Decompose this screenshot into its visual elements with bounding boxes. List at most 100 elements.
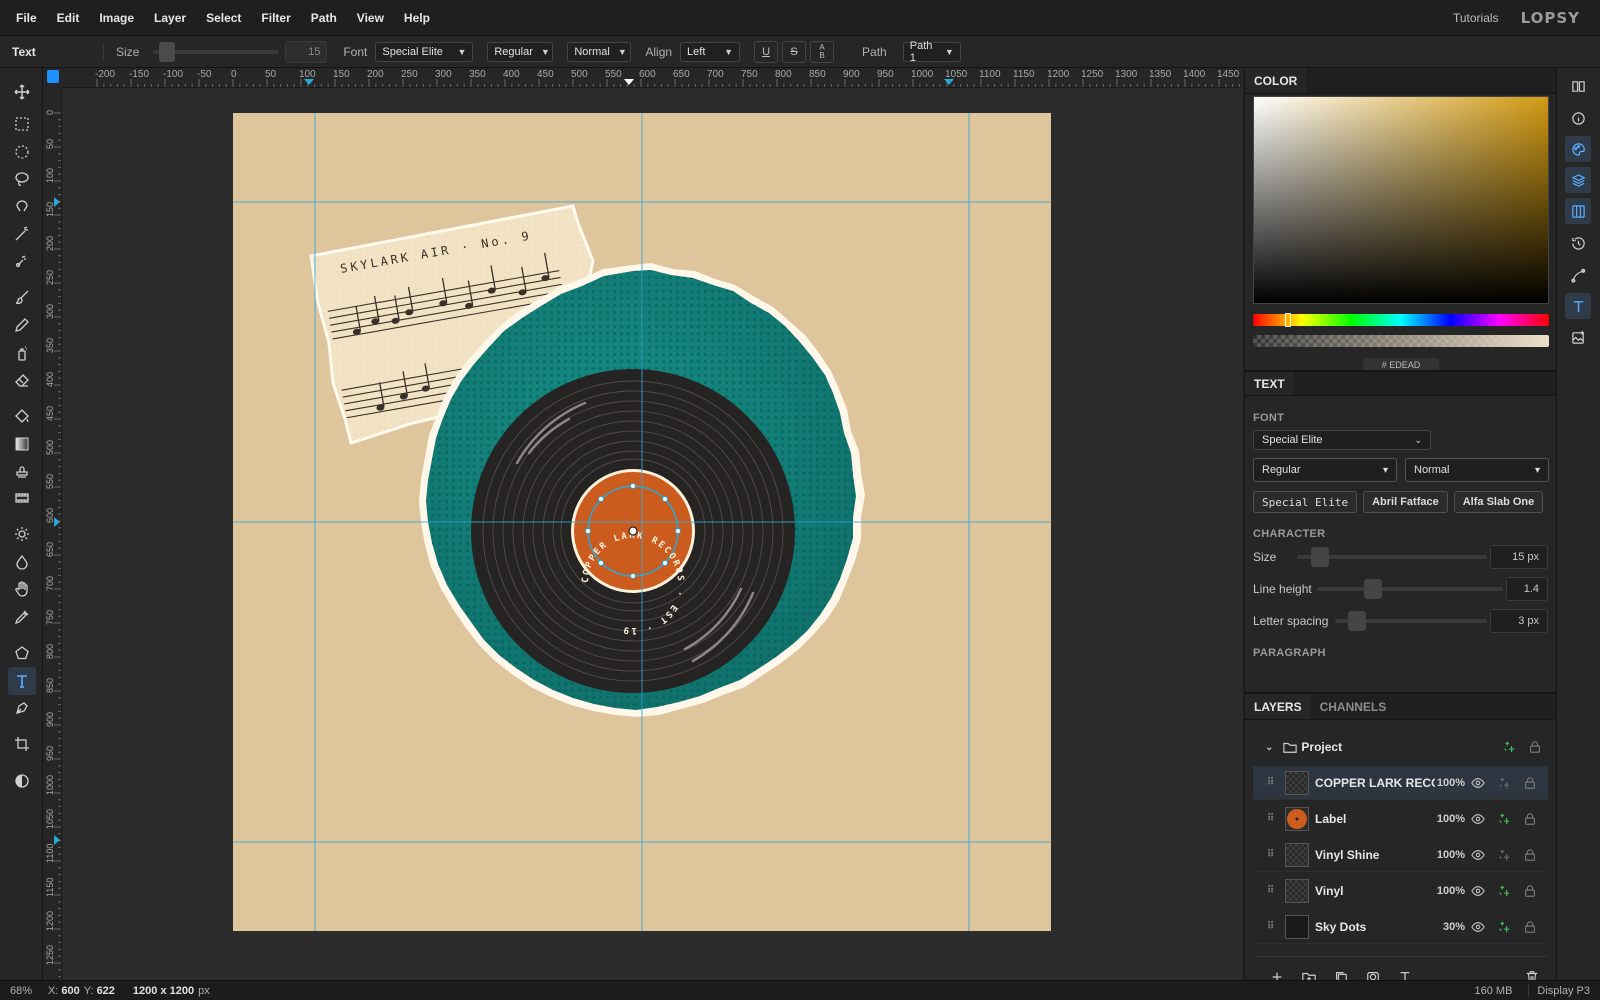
guide-marker[interactable] <box>944 79 954 85</box>
menu-filter[interactable]: Filter <box>251 11 300 25</box>
drag-handle-icon[interactable]: ⠿ <box>1267 921 1277 932</box>
letter-spacing-slider-thumb[interactable] <box>1348 611 1366 631</box>
tab-channels[interactable]: CHANNELS <box>1311 694 1396 719</box>
layer-visibility-toggle[interactable] <box>1465 848 1491 862</box>
lasso-tool[interactable] <box>8 165 36 193</box>
letter-spacing-slider[interactable] <box>1335 611 1487 631</box>
brush-tool[interactable] <box>8 283 36 311</box>
artwork[interactable]: SKYLARK AIR · No. 9 COPPER LARK RECORDS … <box>233 113 1051 931</box>
tab-layers[interactable]: LAYERS <box>1245 694 1311 719</box>
text-tool[interactable] <box>8 667 36 695</box>
bucket-tool[interactable] <box>8 402 36 430</box>
align-select[interactable]: Left ▼ <box>680 41 741 62</box>
menu-edit[interactable]: Edit <box>47 11 90 25</box>
hue-slider-thumb[interactable] <box>1285 313 1291 327</box>
drag-handle-icon[interactable]: ⠿ <box>1267 813 1277 824</box>
size-slider-thumb[interactable] <box>159 41 176 62</box>
pencil-tool[interactable] <box>8 311 36 339</box>
preset-abril-fatface[interactable]: Abril Fatface <box>1363 491 1448 513</box>
layer-fx-button[interactable] <box>1491 812 1517 826</box>
guide-marker[interactable] <box>54 517 60 527</box>
layer-lock-button[interactable] <box>1517 812 1543 826</box>
layer-visibility-toggle[interactable] <box>1465 920 1491 934</box>
shape-tool[interactable] <box>8 639 36 667</box>
layer-fx-button[interactable] <box>1491 920 1517 934</box>
canvas-area[interactable]: SKYLARK AIR · No. 9 COPPER LARK RECORDS … <box>62 88 1242 980</box>
strip-layers-button[interactable] <box>1565 167 1591 193</box>
layer-opacity[interactable]: 100% <box>1435 849 1465 861</box>
strikethrough-button[interactable]: S <box>782 40 807 63</box>
ruler-origin-marker[interactable] <box>47 70 59 83</box>
layer-row[interactable]: ⠿ Label 100% <box>1253 802 1548 836</box>
menu-help[interactable]: Help <box>394 11 440 25</box>
hand-tool[interactable] <box>8 575 36 603</box>
zoom-level[interactable]: 68% <box>10 985 36 997</box>
text-size-slider-thumb[interactable] <box>1311 547 1329 567</box>
blur-tool[interactable] <box>8 548 36 576</box>
guide-marker[interactable] <box>304 79 314 85</box>
layer-name[interactable]: Vinyl <box>1315 884 1435 898</box>
path-select[interactable]: Path 1 ▼ <box>902 40 961 64</box>
alpha-slider[interactable] <box>1253 335 1549 347</box>
strip-color-button[interactable] <box>1565 136 1591 162</box>
layer-row[interactable]: ⠿ COPPER LARK RECO 100% <box>1253 766 1548 800</box>
strip-text-button[interactable] <box>1565 293 1591 319</box>
quick-select-tool[interactable] <box>8 247 36 275</box>
layer-group-row[interactable]: ⌄ Project <box>1253 730 1548 764</box>
color-profile[interactable]: Display P3 <box>1528 984 1590 997</box>
strip-book-button[interactable] <box>1565 73 1591 99</box>
menu-path[interactable]: Path <box>301 11 347 25</box>
menu-layer[interactable]: Layer <box>144 11 196 25</box>
menu-file[interactable]: File <box>6 11 47 25</box>
layer-row[interactable]: ⠿ Vinyl Shine 100% <box>1253 838 1548 872</box>
strip-history-button[interactable] <box>1565 230 1591 256</box>
layer-lock-button[interactable] <box>1517 848 1543 862</box>
layer-row[interactable]: ⠿ Vinyl 100% <box>1253 874 1548 908</box>
layer-opacity[interactable]: 30% <box>1435 921 1465 933</box>
panel-weight-select[interactable]: Regular ▾ <box>1253 458 1397 482</box>
line-height-slider-thumb[interactable] <box>1364 579 1382 599</box>
tutorials-link[interactable]: Tutorials <box>1453 11 1499 25</box>
strip-channels-button[interactable] <box>1565 198 1591 224</box>
layer-lock-button[interactable] <box>1517 920 1543 934</box>
crop-tool[interactable] <box>8 730 36 758</box>
tab-color[interactable]: COLOR <box>1245 68 1307 93</box>
strip-paths-button[interactable] <box>1565 262 1591 288</box>
guide-marker[interactable] <box>54 835 60 845</box>
strip-info-button[interactable] <box>1565 105 1591 131</box>
underline-button[interactable]: U <box>754 40 779 63</box>
layer-lock-button[interactable] <box>1522 740 1548 754</box>
artboard[interactable]: SKYLARK AIR · No. 9 COPPER LARK RECORDS … <box>233 113 1051 931</box>
gradient-tool[interactable] <box>8 430 36 458</box>
layer-lock-button[interactable] <box>1517 884 1543 898</box>
pen-tool[interactable] <box>8 694 36 722</box>
drag-handle-icon[interactable]: ⠿ <box>1267 849 1277 860</box>
panel-style-select[interactable]: Normal ▾ <box>1405 458 1549 482</box>
ruler-left[interactable]: 0 50 100 150 200 250 300 350 400 450 500 550 600 650 7… <box>44 88 62 980</box>
spray-tool[interactable] <box>8 339 36 367</box>
layer-visibility-toggle[interactable] <box>1465 776 1491 790</box>
move-tool[interactable] <box>8 78 36 106</box>
layer-fx-button[interactable] <box>1496 740 1522 754</box>
chevron-down-icon[interactable]: ⌄ <box>1265 742 1273 753</box>
line-height-slider[interactable] <box>1317 579 1503 599</box>
guide-marker[interactable] <box>54 197 60 207</box>
label-center-handle[interactable] <box>628 526 638 536</box>
magic-wand-tool[interactable] <box>8 220 36 248</box>
layer-opacity[interactable]: 100% <box>1435 813 1465 825</box>
hue-slider[interactable] <box>1253 313 1549 327</box>
layer-row[interactable]: ⠿ Sky Dots 30% <box>1253 910 1548 944</box>
size-input[interactable]: 15 <box>285 40 328 63</box>
text-size-slider[interactable] <box>1297 547 1487 567</box>
layer-visibility-toggle[interactable] <box>1465 812 1491 826</box>
strip-image-button[interactable] <box>1565 324 1591 350</box>
magnetic-lasso-tool[interactable] <box>8 192 36 220</box>
ruler-top[interactable]: -200 -150 -100 -50 0 50 100 150 200 250 300 350 400 4… <box>62 68 1242 88</box>
text-size-input[interactable]: 15 px <box>1490 545 1548 569</box>
layer-opacity[interactable]: 100% <box>1435 777 1465 789</box>
contrast-toggle[interactable] <box>8 767 36 795</box>
layer-fx-button[interactable] <box>1491 776 1517 790</box>
menu-view[interactable]: View <box>347 11 394 25</box>
eyedropper-tool[interactable] <box>8 603 36 631</box>
layer-name[interactable]: Vinyl Shine <box>1315 848 1435 862</box>
